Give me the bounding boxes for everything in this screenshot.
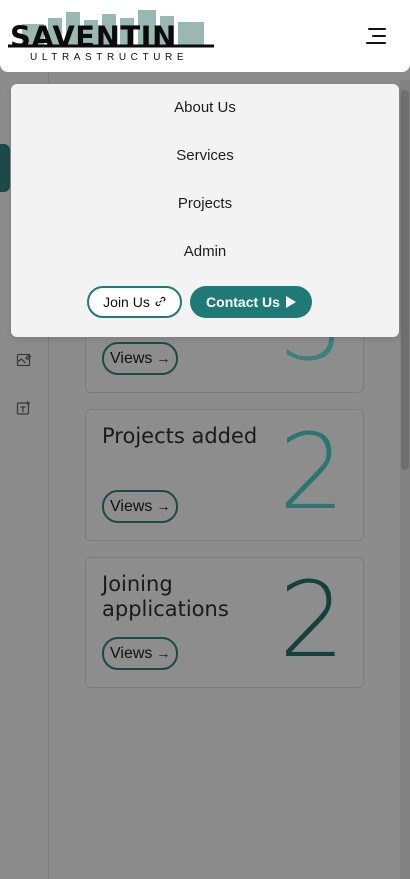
menu-item-projects[interactable]: Projects	[11, 194, 399, 214]
scrollbar-thumb[interactable]	[401, 90, 409, 470]
image-edit-icon[interactable]	[16, 352, 32, 368]
nav-dropdown-menu: About Us Services Projects Admin Join Us…	[11, 84, 399, 337]
card-count: 2	[278, 559, 345, 681]
menu-item-about-us[interactable]: About Us	[11, 98, 399, 118]
views-button[interactable]: Views →	[102, 637, 179, 670]
menu-item-admin[interactable]: Admin	[11, 242, 399, 262]
menu-item-services[interactable]: Services	[11, 146, 399, 166]
views-label: Views	[110, 350, 153, 367]
hamburger-icon[interactable]	[362, 26, 386, 46]
logo-subtitle: ULTRASTRUCTURE	[30, 52, 189, 63]
arrow-right-icon: →	[156, 498, 171, 514]
sidebar-active-indicator	[0, 144, 10, 192]
views-button[interactable]: Views →	[102, 490, 179, 523]
card-count: 2	[278, 411, 345, 533]
views-label: Views	[110, 498, 153, 515]
add-text-icon[interactable]	[16, 400, 32, 416]
header: SAVENTIN ULTRASTRUCTURE	[0, 0, 410, 72]
contact-us-button[interactable]: Contact Us	[190, 286, 312, 318]
contact-us-label: Contact Us	[206, 294, 280, 310]
arrow-right-icon: →	[156, 350, 171, 366]
stat-card-applications: Joining applications 2 Views →	[85, 557, 364, 688]
views-button[interactable]: Views →	[102, 342, 179, 375]
card-title: Joining applications	[102, 572, 229, 621]
play-icon	[285, 296, 296, 308]
saventin-logo[interactable]: SAVENTIN ULTRASTRUCTURE	[6, 10, 216, 66]
stat-card-projects: Projects added 2 Views →	[85, 409, 364, 541]
join-us-button[interactable]: Join Us	[87, 286, 182, 318]
join-us-label: Join Us	[103, 294, 150, 310]
arrow-right-icon: →	[156, 645, 171, 661]
link-icon	[155, 294, 166, 310]
views-label: Views	[110, 645, 153, 662]
logo-wordmark: SAVENTIN	[10, 20, 177, 54]
card-title: Projects added	[102, 424, 258, 448]
